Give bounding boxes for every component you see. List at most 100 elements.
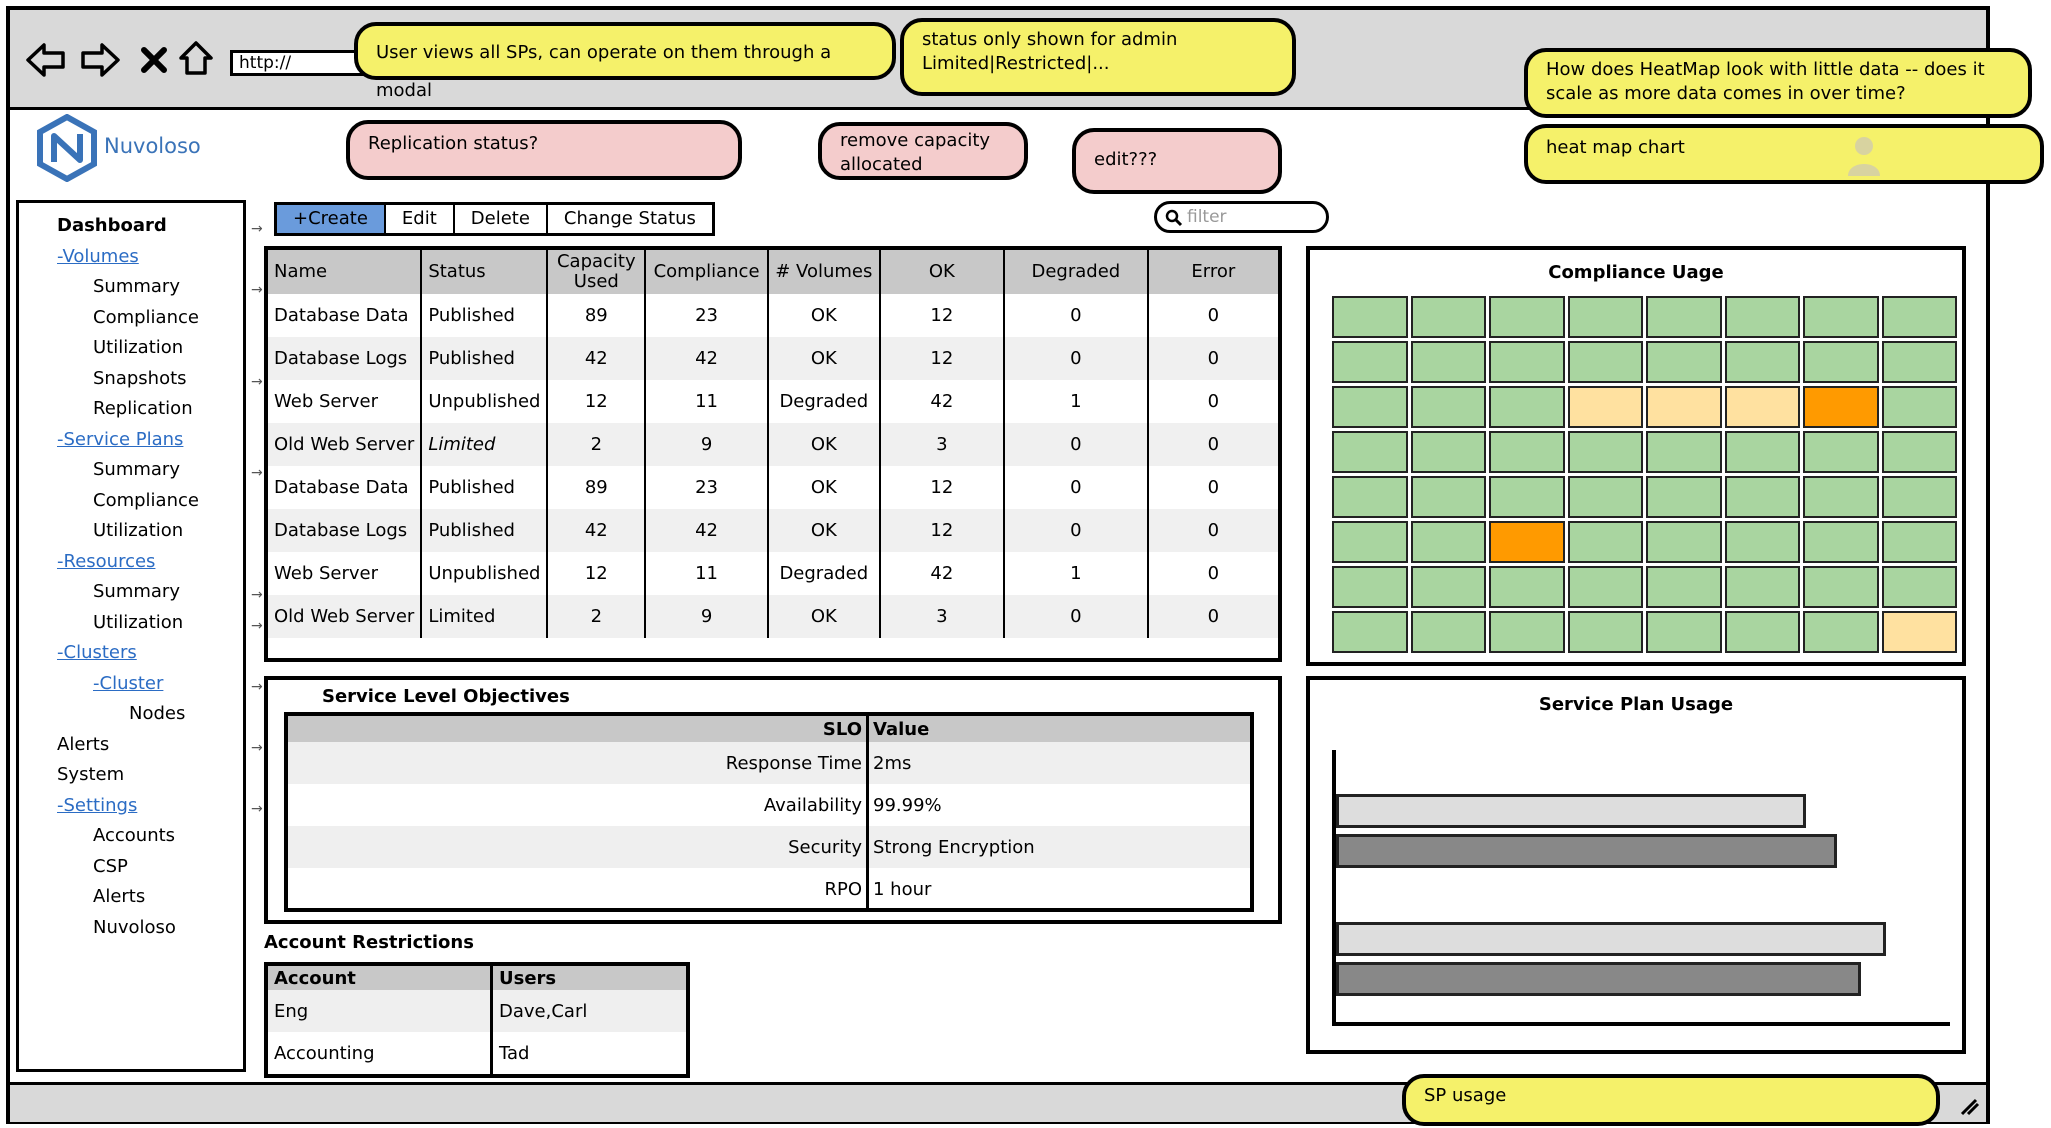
table-row[interactable]: Database Data Published 89 23 OK 12 0 0: [268, 294, 1278, 337]
heatmap-cell[interactable]: [1489, 386, 1565, 428]
heatmap-cell[interactable]: [1881, 611, 1957, 653]
sidebar-item[interactable]: Utilization: [93, 337, 183, 358]
heatmap-cell[interactable]: [1803, 431, 1879, 473]
table-row[interactable]: Old Web Server Limited 2 9 OK 3 0 0: [268, 423, 1278, 466]
heatmap-cell[interactable]: [1567, 566, 1643, 608]
sidebar-item[interactable]: Alerts: [93, 886, 145, 907]
sidebar-item[interactable]: Compliance: [93, 490, 199, 511]
heatmap-cell[interactable]: [1332, 476, 1408, 518]
sidebar-item[interactable]: Nodes: [129, 703, 185, 724]
heatmap-cell[interactable]: [1803, 521, 1879, 563]
sidebar-item[interactable]: Nuvoloso: [93, 917, 176, 938]
heatmap-cell[interactable]: [1724, 611, 1800, 653]
heatmap-cell[interactable]: [1724, 341, 1800, 383]
heatmap-cell[interactable]: [1724, 521, 1800, 563]
close-icon[interactable]: [134, 40, 174, 80]
heatmap-cell[interactable]: [1881, 296, 1957, 338]
heatmap-cell[interactable]: [1803, 341, 1879, 383]
heatmap-cell[interactable]: [1803, 476, 1879, 518]
change-status-button[interactable]: Change Status: [548, 205, 712, 233]
sidebar-item[interactable]: -Clusters: [57, 642, 137, 663]
heatmap-cell[interactable]: [1332, 611, 1408, 653]
home-icon[interactable]: [176, 38, 216, 78]
heatmap-cell[interactable]: [1410, 296, 1486, 338]
heatmap-cell[interactable]: [1646, 521, 1722, 563]
sidebar-item[interactable]: Utilization: [93, 612, 183, 633]
sidebar-item[interactable]: Dashboard: [57, 215, 167, 236]
heatmap-cell[interactable]: [1567, 431, 1643, 473]
heatmap-cell[interactable]: [1410, 611, 1486, 653]
heatmap-cell[interactable]: [1332, 431, 1408, 473]
sidebar-item[interactable]: Alerts: [57, 734, 109, 755]
heatmap-cell[interactable]: [1332, 386, 1408, 428]
sidebar-item[interactable]: Accounts: [93, 825, 175, 846]
table-header-cell[interactable]: Degraded: [1003, 250, 1148, 294]
table-row[interactable]: Web Server Unpublished 12 11 Degraded 42 1 0: [268, 380, 1278, 423]
delete-button[interactable]: Delete: [455, 205, 548, 233]
heatmap-cell[interactable]: [1646, 566, 1722, 608]
heatmap-cell[interactable]: [1724, 431, 1800, 473]
sidebar-item[interactable]: -Resources: [57, 551, 155, 572]
heatmap-cell[interactable]: [1567, 296, 1643, 338]
heatmap-cell[interactable]: [1332, 296, 1408, 338]
sidebar-item[interactable]: Snapshots: [93, 368, 187, 389]
table-row[interactable]: Web Server Unpublished 12 11 Degraded 42 1 0: [268, 552, 1278, 595]
table-header-cell[interactable]: Error: [1146, 250, 1278, 294]
heatmap-cell[interactable]: [1332, 341, 1408, 383]
heatmap-cell[interactable]: [1489, 296, 1565, 338]
heatmap-cell[interactable]: [1881, 431, 1957, 473]
table-header-cell[interactable]: OK: [878, 250, 1005, 294]
heatmap-cell[interactable]: [1803, 566, 1879, 608]
heatmap-cell[interactable]: [1724, 386, 1800, 428]
filter-input[interactable]: filter: [1154, 201, 1329, 233]
table-header-cell[interactable]: # Volumes: [766, 250, 880, 294]
heatmap-cell[interactable]: [1646, 341, 1722, 383]
heatmap-cell[interactable]: [1410, 521, 1486, 563]
back-arrow-icon[interactable]: [26, 40, 66, 80]
heatmap-cell[interactable]: [1410, 386, 1486, 428]
heatmap-cell[interactable]: [1489, 521, 1565, 563]
heatmap-cell[interactable]: [1489, 341, 1565, 383]
heatmap-cell[interactable]: [1803, 386, 1879, 428]
heatmap-cell[interactable]: [1646, 296, 1722, 338]
sidebar-item[interactable]: -Settings: [57, 795, 137, 816]
table-row[interactable]: Database Logs Published 42 42 OK 12 0 0: [268, 337, 1278, 380]
table-row[interactable]: Old Web Server Limited 2 9 OK 3 0 0: [268, 595, 1278, 638]
sidebar-item[interactable]: -Volumes: [57, 246, 139, 267]
sidebar-item[interactable]: Compliance: [93, 307, 199, 328]
heatmap-cell[interactable]: [1881, 386, 1957, 428]
heatmap-cell[interactable]: [1803, 611, 1879, 653]
sidebar-item[interactable]: System: [57, 764, 124, 785]
heatmap-cell[interactable]: [1881, 476, 1957, 518]
heatmap-cell[interactable]: [1410, 476, 1486, 518]
heatmap-cell[interactable]: [1567, 386, 1643, 428]
sidebar-item[interactable]: Utilization: [93, 520, 183, 541]
sidebar-item[interactable]: Summary: [93, 581, 180, 602]
heatmap-cell[interactable]: [1803, 296, 1879, 338]
forward-arrow-icon[interactable]: [80, 40, 120, 80]
table-header-cell[interactable]: Status: [420, 250, 548, 294]
table-header-cell[interactable]: Capacity Used: [546, 250, 646, 294]
sp-usage-bar[interactable]: [1336, 922, 1887, 956]
sidebar-item[interactable]: CSP: [93, 856, 128, 877]
sidebar-item[interactable]: Replication: [93, 398, 193, 419]
heatmap-cell[interactable]: [1646, 431, 1722, 473]
sidebar-item[interactable]: -Service Plans: [57, 429, 183, 450]
table-row[interactable]: Database Data Published 89 23 OK 12 0 0: [268, 466, 1278, 509]
heatmap-cell[interactable]: [1489, 476, 1565, 518]
heatmap-cell[interactable]: [1567, 476, 1643, 518]
sp-usage-bar[interactable]: [1336, 794, 1806, 828]
heatmap-cell[interactable]: [1646, 476, 1722, 518]
heatmap-cell[interactable]: [1646, 611, 1722, 653]
heatmap-cell[interactable]: [1489, 431, 1565, 473]
heatmap-cell[interactable]: [1489, 611, 1565, 653]
heatmap-cell[interactable]: [1332, 521, 1408, 563]
create-button[interactable]: +Create: [277, 205, 386, 233]
heatmap-cell[interactable]: [1881, 566, 1957, 608]
resize-handle-icon[interactable]: [1956, 1092, 1982, 1118]
heatmap-cell[interactable]: [1332, 566, 1408, 608]
heatmap-cell[interactable]: [1410, 566, 1486, 608]
table-row[interactable]: Database Logs Published 42 42 OK 12 0 0: [268, 509, 1278, 552]
heatmap-cell[interactable]: [1410, 341, 1486, 383]
heatmap-cell[interactable]: [1724, 476, 1800, 518]
